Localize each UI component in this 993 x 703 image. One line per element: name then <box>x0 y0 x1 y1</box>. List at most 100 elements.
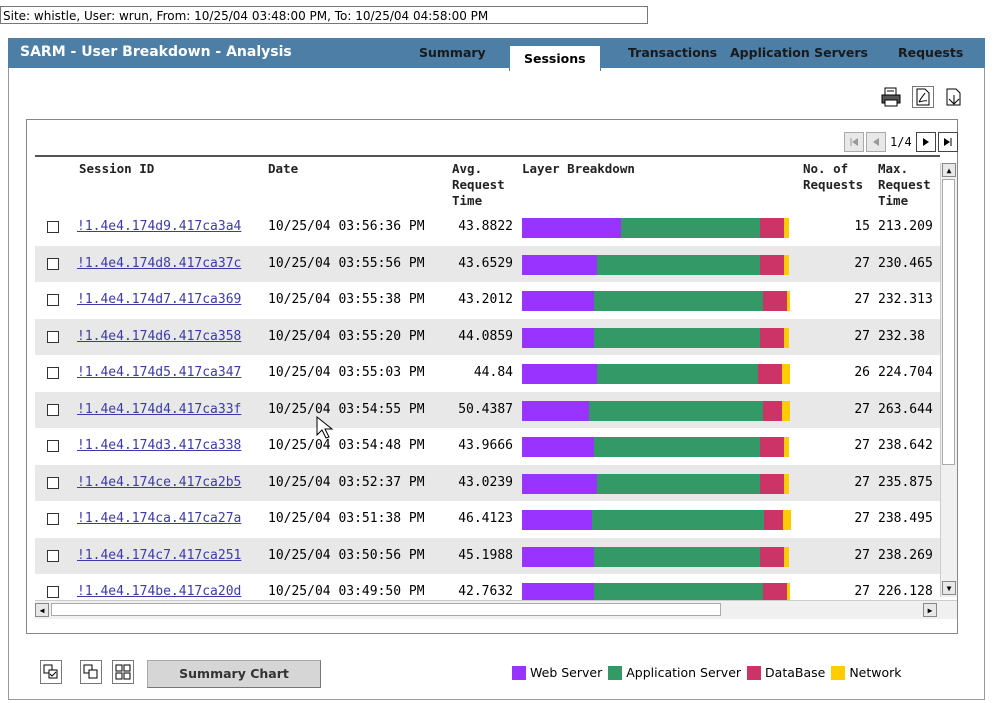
layer-breakdown-bar[interactable] <box>522 327 789 348</box>
row-checkbox[interactable] <box>47 586 59 598</box>
session-id-link[interactable]: !1.4e4.174be.417ca20d <box>77 584 241 599</box>
bar-database <box>760 327 784 348</box>
bar-application-server <box>621 218 760 238</box>
no-of-requests: 27 <box>854 438 870 453</box>
row-checkbox[interactable] <box>47 221 59 233</box>
legend-web-server: Web Server <box>512 665 602 680</box>
table-row[interactable]: !1.4e4.174d3.417ca338 10/25/04 03:54:48 P… <box>35 428 940 464</box>
scroll-right-icon[interactable]: ▶ <box>923 603 937 617</box>
last-page-icon[interactable] <box>937 132 958 152</box>
session-id-link[interactable]: !1.4e4.174d9.417ca3a4 <box>77 219 241 234</box>
export-icon[interactable] <box>943 86 965 108</box>
table-row[interactable]: !1.4e4.174d6.417ca358 10/25/04 03:55:20 P… <box>35 318 940 355</box>
legend-swatch <box>831 665 846 680</box>
table-row[interactable]: !1.4e4.174d5.417ca347 10/25/04 03:55:03 P… <box>35 355 940 391</box>
row-checkbox[interactable] <box>47 367 59 379</box>
bar-network <box>784 218 789 238</box>
select-all-icon[interactable] <box>40 660 62 684</box>
layer-breakdown-bar[interactable] <box>522 254 789 275</box>
vertical-scrollbar[interactable]: ▲ ▼ <box>940 163 957 597</box>
row-checkbox[interactable] <box>47 403 59 416</box>
vertical-scroll-thumb[interactable] <box>942 179 955 465</box>
scroll-down-icon[interactable]: ▼ <box>942 581 956 595</box>
legend-network: Network <box>831 665 902 680</box>
session-date: 10/25/04 03:54:55 PM <box>268 401 425 417</box>
scroll-up-icon[interactable]: ▲ <box>942 163 956 177</box>
col-max-request-time[interactable]: Max. Request Time <box>878 161 938 209</box>
horizontal-scroll-thumb[interactable] <box>51 603 721 616</box>
col-no-of-requests[interactable]: No. of Requests <box>803 161 863 193</box>
avg-request-time: 45.1988 <box>458 547 513 563</box>
session-id-link[interactable]: !1.4e4.174d8.417ca37c <box>77 256 241 271</box>
bar-database <box>760 546 784 567</box>
prev-page-icon[interactable] <box>866 132 886 152</box>
row-checkbox[interactable] <box>47 440 59 452</box>
col-avg-request-time[interactable]: Avg. Request Time <box>452 161 505 209</box>
first-page-icon[interactable] <box>844 132 864 152</box>
tab-transactions[interactable]: Transactions <box>628 45 717 60</box>
session-date: 10/25/04 03:49:50 PM <box>268 584 425 599</box>
tab-application-servers[interactable]: Application Servers <box>730 45 868 60</box>
grid-select-icon[interactable] <box>112 660 134 684</box>
row-checkbox[interactable] <box>47 549 59 562</box>
session-id-link[interactable]: !1.4e4.174ca.417ca27a <box>77 511 241 526</box>
col-max-line2: Request <box>878 177 931 192</box>
tab-requests[interactable]: Requests <box>898 45 963 60</box>
table-row[interactable]: !1.4e4.174d8.417ca37c 10/25/04 03:55:56 P… <box>35 245 940 282</box>
layer-breakdown-bar[interactable] <box>522 364 790 384</box>
session-id-link[interactable]: !1.4e4.174c7.417ca251 <box>77 548 241 563</box>
legend-label: Application Server <box>626 665 742 680</box>
session-id-link[interactable]: !1.4e4.174ce.417ca2b5 <box>77 475 241 490</box>
layer-breakdown-bar[interactable] <box>522 510 791 530</box>
layer-breakdown-bar[interactable] <box>522 546 789 567</box>
bar-application-server <box>594 437 760 457</box>
layer-breakdown-bar[interactable] <box>522 291 790 311</box>
next-page-icon[interactable] <box>915 132 936 152</box>
bar-application-server <box>597 254 760 275</box>
legend-label: DataBase <box>765 665 826 680</box>
horizontal-scrollbar[interactable]: ◀ ▶ <box>35 600 957 619</box>
legend-label: Web Server <box>530 665 603 680</box>
session-id-link[interactable]: !1.4e4.174d4.417ca33f <box>77 402 241 417</box>
layer-breakdown-bar[interactable] <box>522 218 789 238</box>
row-checkbox[interactable] <box>47 294 59 306</box>
avg-request-time: 43.6529 <box>458 255 513 271</box>
compare-icon[interactable] <box>80 660 102 684</box>
session-id-link[interactable]: !1.4e4.174d7.417ca369 <box>77 292 241 307</box>
layer-breakdown-bar[interactable] <box>522 400 790 421</box>
row-checkbox[interactable] <box>47 513 59 525</box>
summary-chart-button[interactable]: Summary Chart <box>147 660 321 688</box>
table-row[interactable]: !1.4e4.174d7.417ca369 10/25/04 03:55:38 P… <box>35 282 940 318</box>
table-row[interactable]: !1.4e4.174ca.417ca27a 10/25/04 03:51:38 P… <box>35 501 940 537</box>
col-layer-breakdown[interactable]: Layer Breakdown <box>522 161 635 177</box>
layer-breakdown-bar[interactable] <box>522 473 789 494</box>
session-id-link[interactable]: !1.4e4.174d3.417ca338 <box>77 438 241 453</box>
table-row[interactable]: !1.4e4.174d9.417ca3a4 10/25/04 03:56:36 P… <box>35 209 940 245</box>
row-checkbox[interactable] <box>47 476 59 489</box>
row-checkbox[interactable] <box>47 257 59 270</box>
layer-breakdown-bar[interactable] <box>522 437 789 457</box>
no-of-requests: 27 <box>854 511 870 526</box>
table-row[interactable]: !1.4e4.174c7.417ca251 10/25/04 03:50:56 P… <box>35 537 940 574</box>
export-pdf-icon[interactable] <box>912 86 934 108</box>
print-icon[interactable] <box>880 86 902 108</box>
table-row[interactable]: !1.4e4.174d4.417ca33f 10/25/04 03:54:55 P… <box>35 391 940 428</box>
legend-label: Network <box>849 665 902 680</box>
bar-network <box>784 327 789 348</box>
bar-web-server <box>522 473 597 494</box>
bar-web-server <box>522 327 594 348</box>
bar-application-server <box>594 327 760 348</box>
bar-web-server <box>522 364 597 384</box>
session-id-link[interactable]: !1.4e4.174d6.417ca358 <box>77 329 241 344</box>
legend-application-server: Application Server <box>608 665 741 680</box>
col-date[interactable]: Date <box>268 161 298 177</box>
scroll-left-icon[interactable]: ◀ <box>35 603 49 617</box>
max-request-time: 226.128 <box>878 584 933 599</box>
session-id-link[interactable]: !1.4e4.174d5.417ca347 <box>77 365 241 380</box>
bar-database <box>763 291 787 311</box>
row-checkbox[interactable] <box>47 330 59 343</box>
col-session-id[interactable]: Session ID <box>79 161 154 177</box>
table-row[interactable]: !1.4e4.174ce.417ca2b5 10/25/04 03:52:37 P… <box>35 464 940 501</box>
bar-network <box>784 473 789 494</box>
tab-summary[interactable]: Summary <box>419 45 486 60</box>
